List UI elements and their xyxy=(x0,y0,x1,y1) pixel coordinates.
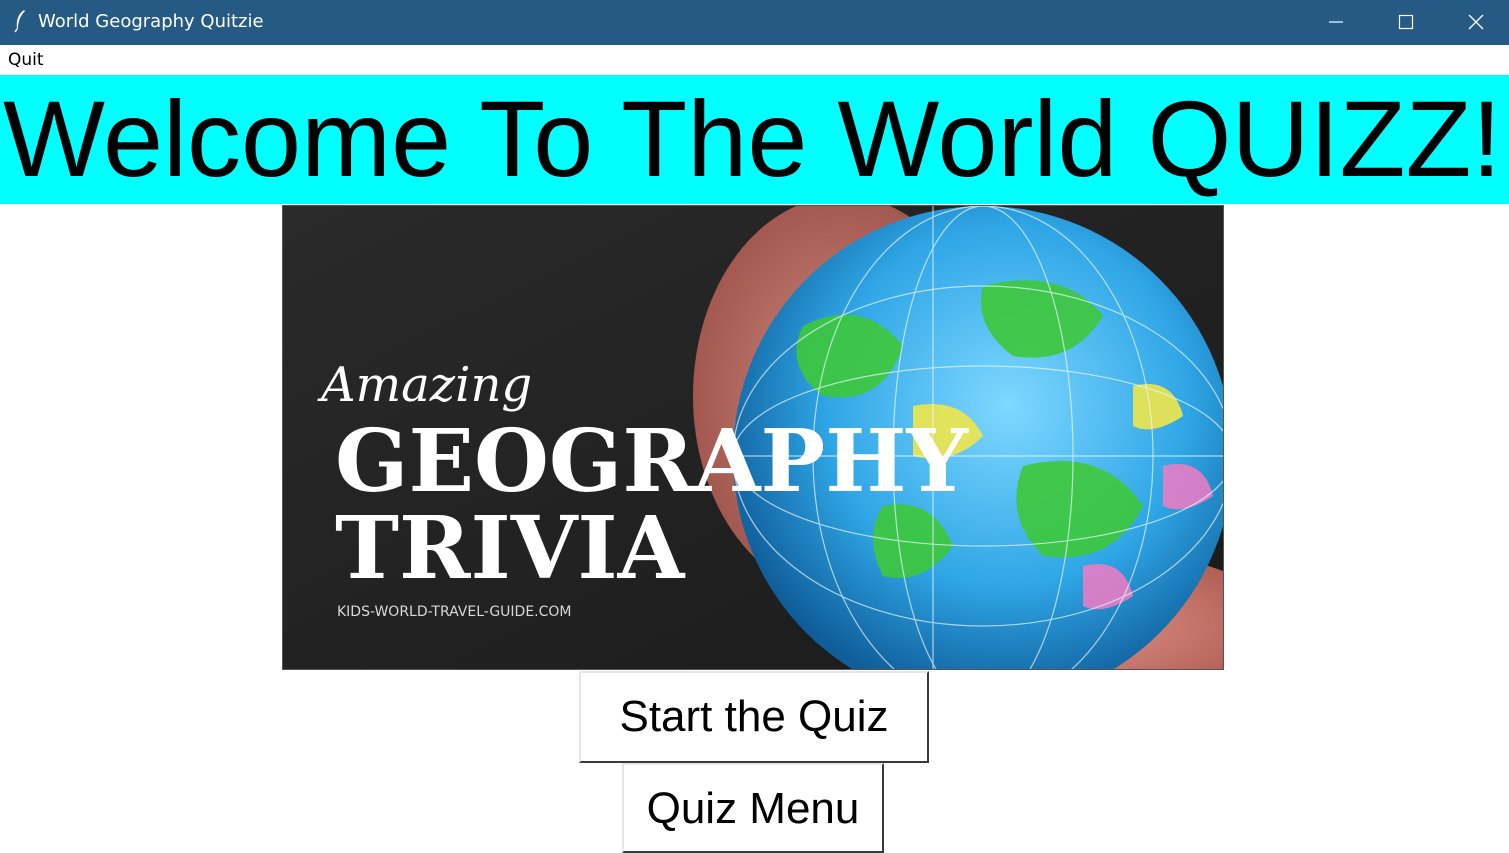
welcome-banner: Welcome To The World QUIZZ! xyxy=(0,75,1509,204)
menu-bar: Quit xyxy=(0,45,1509,75)
image-script-word: Amazing xyxy=(317,357,532,413)
feather-icon xyxy=(12,9,28,33)
menu-item-quit[interactable]: Quit xyxy=(8,50,44,70)
close-button[interactable] xyxy=(1441,0,1509,45)
minimize-icon xyxy=(1329,21,1343,23)
title-bar[interactable]: World Geography Quitzie xyxy=(0,0,1509,45)
minimize-button[interactable] xyxy=(1301,0,1371,45)
page-title: Welcome To The World QUIZZ! xyxy=(3,78,1502,199)
window-title: World Geography Quitzie xyxy=(38,11,264,32)
maximize-button[interactable] xyxy=(1371,0,1441,45)
image-line2: TRIVIA xyxy=(335,498,686,599)
image-credit: KIDS-WORLD-TRAVEL-GUIDE.COM xyxy=(337,604,572,620)
geography-trivia-image: Amazing GEOGRAPHY TRIVIA KIDS-WORLD-TRAV… xyxy=(282,205,1224,670)
maximize-icon xyxy=(1398,14,1414,30)
close-icon xyxy=(1468,14,1484,30)
quiz-menu-button[interactable]: Quiz Menu xyxy=(622,763,884,853)
image-line1: GEOGRAPHY xyxy=(335,411,969,512)
start-quiz-button[interactable]: Start the Quiz xyxy=(579,671,929,763)
